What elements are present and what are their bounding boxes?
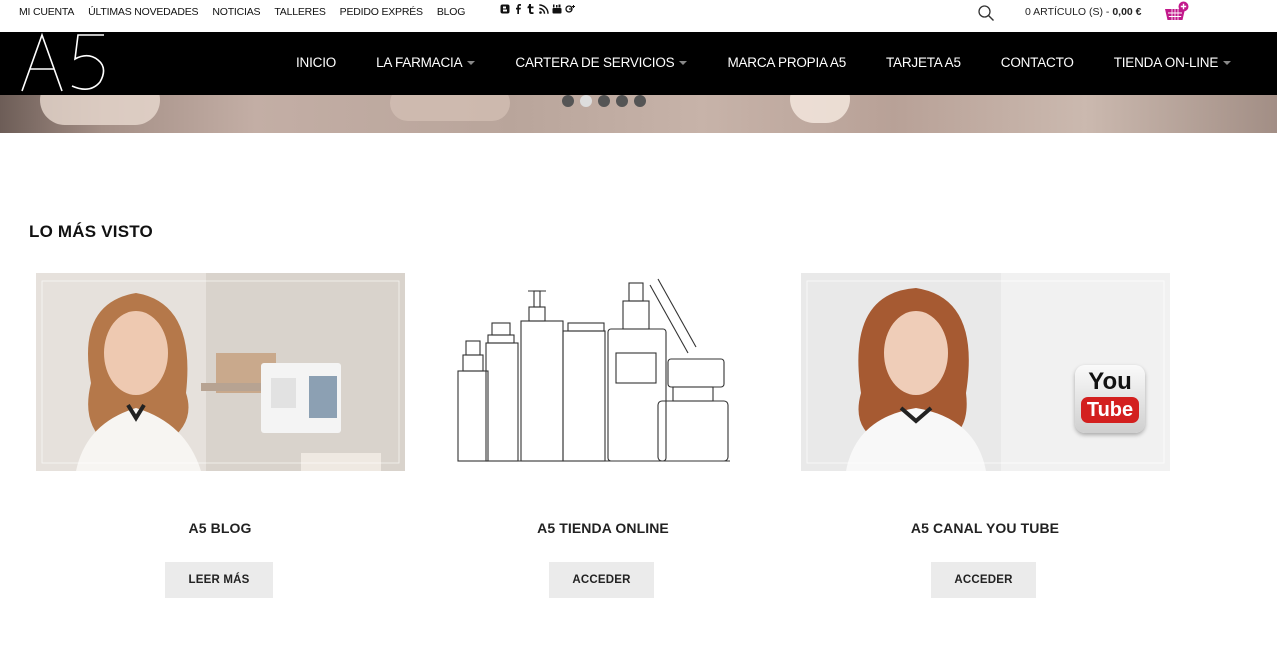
rss-icon[interactable] (539, 4, 549, 14)
nav-contacto[interactable]: CONTACTO (1001, 55, 1074, 70)
youtube-badge-tube: Tube (1081, 397, 1139, 423)
youtube-badge: You Tube (1075, 365, 1145, 433)
slider-dot[interactable] (616, 95, 628, 107)
main-navbar: INICIO LA FARMACIA CARTERA DE SERVICIOS … (0, 32, 1277, 95)
caret-down-icon (467, 60, 476, 65)
nav-cartera-label: CARTERA DE SERVICIOS (515, 55, 675, 70)
search-icon[interactable] (977, 4, 995, 22)
hero-image-detail (40, 95, 160, 125)
nav-inicio[interactable]: INICIO (296, 55, 336, 70)
slider-dot-active[interactable] (580, 95, 592, 107)
link-noticias[interactable]: NOTICIAS (212, 6, 260, 18)
nav-la-farmacia-label: LA FARMACIA (376, 55, 463, 70)
facebook-icon[interactable] (513, 4, 523, 14)
nav-tienda-online[interactable]: TIENDA ON-LINE (1113, 55, 1232, 70)
blog-card-image[interactable] (36, 273, 405, 471)
hero-image-detail (390, 95, 510, 121)
card-title-youtube: A5 CANAL YOU TUBE (910, 520, 1060, 536)
acceder-tienda-button[interactable]: ACCEDER (549, 562, 654, 598)
main-nav: INICIO LA FARMACIA CARTERA DE SERVICIOS … (296, 55, 1271, 70)
youtube-badge-you: You (1088, 368, 1132, 395)
nav-contacto-label: CONTACTO (1000, 55, 1074, 70)
tienda-card-image[interactable] (418, 273, 787, 471)
slider-dot[interactable] (562, 95, 574, 107)
a5-logo[interactable] (20, 32, 110, 94)
slider-dot[interactable] (598, 95, 610, 107)
slider-dots (562, 95, 646, 107)
hero-image-detail (790, 95, 850, 123)
cart-count-label: 0 ARTÍCULO (S) - (1025, 6, 1110, 18)
cart-total: 0,00 € (1112, 6, 1142, 18)
card-title-tienda: A5 TIENDA ONLINE (537, 520, 669, 536)
nav-tarjeta-label: TARJETA A5 (886, 55, 961, 70)
cart-summary[interactable]: 0 ARTÍCULO (S) - 0,00 € (1025, 6, 1142, 18)
top-utility-bar: MI CUENTA ÚLTIMAS NOVEDADES NOTICIAS TAL… (0, 0, 1277, 32)
slider-dot[interactable] (634, 95, 646, 107)
nav-cartera-de-servicios[interactable]: CARTERA DE SERVICIOS (515, 55, 688, 70)
blogger-icon[interactable] (500, 4, 510, 14)
shopping-basket-icon[interactable] (1163, 1, 1189, 23)
youtube-icon[interactable] (552, 4, 562, 14)
nav-tienda-label: TIENDA ON-LINE (1113, 55, 1219, 70)
nav-la-farmacia[interactable]: LA FARMACIA (376, 55, 476, 70)
tumblr-icon[interactable] (526, 4, 536, 14)
link-ultimas-novedades[interactable]: ÚLTIMAS NOVEDADES (88, 6, 198, 18)
youtube-card-image[interactable]: You Tube (801, 273, 1170, 471)
hero-slider (0, 95, 1277, 133)
nav-marca-label: MARCA PROPIA A5 (727, 55, 846, 70)
link-mi-cuenta[interactable]: MI CUENTA (19, 6, 74, 18)
leer-mas-button[interactable]: LEER MÁS (165, 562, 273, 598)
link-pedido-expres[interactable]: PEDIDO EXPRÉS (340, 6, 423, 18)
acceder-youtube-button[interactable]: ACCEDER (931, 562, 1036, 598)
top-links: MI CUENTA ÚLTIMAS NOVEDADES NOTICIAS TAL… (19, 6, 479, 18)
caret-down-icon (679, 60, 688, 65)
nav-tarjeta-a5[interactable]: TARJETA A5 (886, 55, 961, 70)
nav-marca-propia[interactable]: MARCA PROPIA A5 (727, 55, 846, 70)
social-icons (500, 4, 575, 14)
google-plus-icon[interactable] (565, 4, 575, 14)
card-title-blog: A5 BLOG (188, 520, 252, 536)
caret-down-icon (1223, 60, 1232, 65)
nav-inicio-label: INICIO (296, 55, 337, 70)
link-talleres[interactable]: TALLERES (274, 6, 326, 18)
link-blog[interactable]: BLOG (437, 6, 466, 18)
section-title: LO MÁS VISTO (29, 222, 153, 241)
